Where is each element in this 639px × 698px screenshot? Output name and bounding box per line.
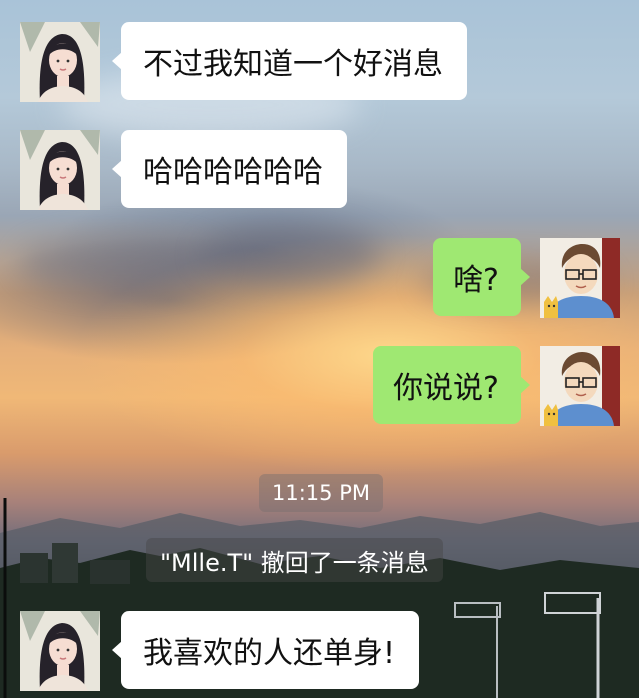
message-bubble-incoming[interactable]: 哈哈哈哈哈哈 bbox=[112, 130, 347, 208]
message-text: 不过我知道一个好消息 bbox=[143, 47, 443, 82]
building bbox=[52, 543, 78, 583]
message-bubble-outgoing[interactable]: 你说说? bbox=[373, 346, 530, 424]
girl-avatar[interactable] bbox=[20, 22, 100, 102]
cloud bbox=[200, 225, 380, 285]
girl-avatar[interactable] bbox=[20, 611, 100, 691]
message-bubble-outgoing[interactable]: 啥? bbox=[433, 238, 530, 316]
recall-notice-text: "Mlle.T" 撤回了一条消息 bbox=[160, 548, 429, 577]
timestamp-label: 11:15 PM bbox=[259, 474, 383, 512]
timestamp-text: 11:15 PM bbox=[272, 481, 370, 505]
message-bubble-incoming[interactable]: 我喜欢的人还单身! bbox=[111, 611, 420, 689]
message-text: 我喜欢的人还单身! bbox=[143, 636, 396, 671]
message-text: 啥? bbox=[453, 263, 499, 298]
message-text: 你说说? bbox=[393, 371, 499, 406]
building bbox=[90, 560, 130, 584]
message-text: 哈哈哈哈哈哈 bbox=[143, 155, 323, 190]
boy-avatar[interactable] bbox=[540, 346, 620, 426]
building bbox=[20, 553, 48, 583]
girl-avatar[interactable] bbox=[20, 130, 100, 210]
message-bubble-incoming[interactable]: 不过我知道一个好消息 bbox=[112, 22, 467, 100]
cloud bbox=[20, 235, 220, 290]
boy-avatar[interactable] bbox=[540, 238, 620, 318]
recall-notice: "Mlle.T" 撤回了一条消息 bbox=[146, 538, 443, 582]
